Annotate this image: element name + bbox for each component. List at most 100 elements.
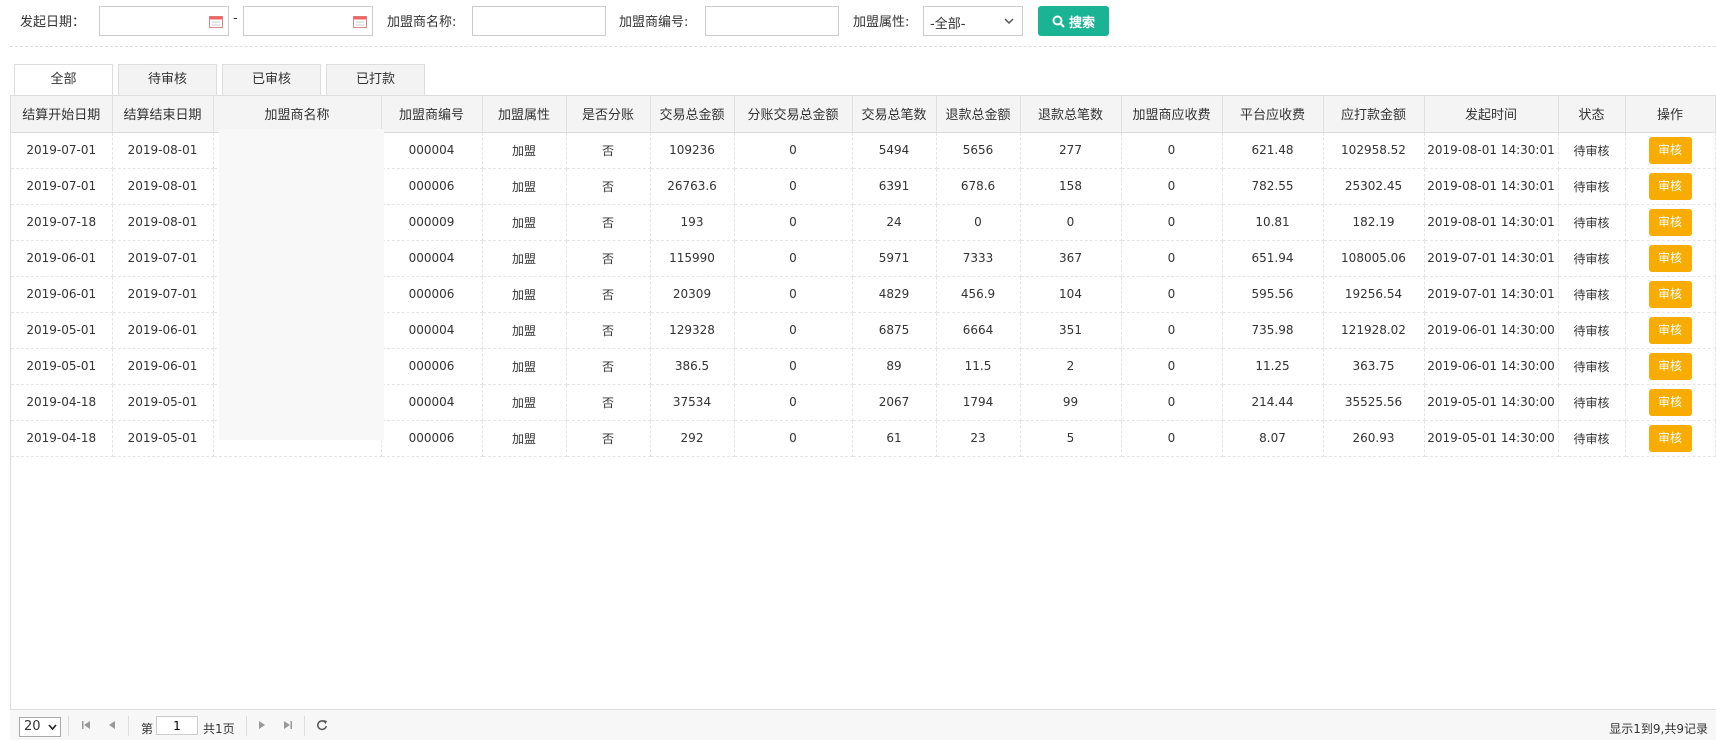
table-cell: 000004	[381, 312, 483, 349]
column-header: 交易总笔数	[852, 96, 937, 133]
audit-button[interactable]: 审核	[1648, 208, 1692, 236]
table-cell: 000006	[381, 348, 483, 385]
page-number-input[interactable]	[156, 716, 198, 735]
tab-paid[interactable]: 已打款	[326, 64, 425, 95]
table-cell: 158	[1020, 168, 1122, 205]
table-cell: 2019-05-01 14:30:00	[1424, 420, 1559, 457]
search-button[interactable]: 搜索	[1038, 6, 1109, 36]
table-cell: 加盟	[482, 240, 567, 277]
table-cell: 否	[566, 132, 651, 169]
table-cell: 20309	[650, 276, 735, 313]
merchant-attr-select[interactable]: -全部-	[923, 6, 1023, 36]
table-cell: 24	[852, 204, 937, 241]
pager-separator	[304, 716, 305, 736]
column-header: 加盟商名称	[213, 96, 382, 133]
tab-pending-label: 待审核	[147, 72, 187, 87]
audit-button[interactable]: 审核	[1648, 244, 1692, 272]
table-cell: 2019-06-01 14:30:00	[1424, 312, 1559, 349]
pager-separator	[128, 716, 129, 736]
table-cell: 2	[1020, 348, 1122, 385]
table-cell: 115990	[650, 240, 735, 277]
audit-button[interactable]: 审核	[1648, 172, 1692, 200]
start-date-field[interactable]	[99, 6, 229, 36]
page-size-select[interactable]: 20	[19, 717, 61, 737]
table-cell: 0	[734, 204, 853, 241]
action-cell: 审核	[1625, 348, 1716, 385]
table-cell: 37534	[650, 384, 735, 421]
next-page-icon[interactable]	[256, 719, 268, 731]
table-cell: 2019-08-01 14:30:01	[1424, 168, 1559, 205]
audit-button[interactable]: 审核	[1648, 352, 1692, 380]
table-cell: 0	[1121, 312, 1223, 349]
end-date-field[interactable]	[243, 6, 373, 36]
refresh-icon[interactable]	[316, 719, 328, 731]
table-cell: 104	[1020, 276, 1122, 313]
table-cell: 2019-07-01	[11, 132, 113, 169]
first-page-icon[interactable]	[80, 719, 92, 731]
table-cell: 7333	[936, 240, 1021, 277]
table-cell: 1794	[936, 384, 1021, 421]
calendar-icon[interactable]	[353, 15, 367, 28]
table-cell: 0	[1121, 240, 1223, 277]
table-cell: 102958.52	[1323, 132, 1425, 169]
table-cell: 782.55	[1222, 168, 1324, 205]
filter-bar: 发起日期： - 加盟商名称: 加盟商编号: 加盟属性: -全部- 搜索	[0, 0, 1716, 46]
tab-all[interactable]: 全部	[14, 64, 113, 96]
table-cell: 11.25	[1222, 348, 1324, 385]
audit-button[interactable]: 审核	[1648, 388, 1692, 416]
table-cell: 678.6	[936, 168, 1021, 205]
table-cell: 2019-07-01	[112, 240, 214, 277]
tab-pending[interactable]: 待审核	[118, 64, 217, 95]
table-cell: 367	[1020, 240, 1122, 277]
table-cell: 2019-08-01 14:30:01	[1424, 204, 1559, 241]
column-header: 结算开始日期	[11, 96, 113, 133]
table-cell: 0	[734, 312, 853, 349]
table-cell: 0	[734, 420, 853, 457]
table-cell: 0	[1121, 204, 1223, 241]
table-cell: 2019-07-01	[112, 276, 214, 313]
action-cell: 审核	[1625, 132, 1716, 169]
merchant-attr-label: 加盟属性:	[853, 15, 910, 30]
column-header: 状态	[1558, 96, 1626, 133]
table-cell: 否	[566, 348, 651, 385]
column-header: 是否分账	[566, 96, 651, 133]
table-cell: 2019-07-18	[11, 204, 113, 241]
table-cell: 2019-05-01	[112, 384, 214, 421]
table-cell: 加盟	[482, 132, 567, 169]
merchant-no-input[interactable]	[705, 6, 839, 36]
start-date-label: 发起日期：	[20, 15, 86, 30]
page-prefix: 第	[141, 722, 154, 736]
prev-page-icon[interactable]	[106, 719, 118, 731]
tab-approved[interactable]: 已审核	[222, 64, 321, 95]
merchant-attr-selected: -全部-	[930, 17, 966, 32]
table-cell: 10.81	[1222, 204, 1324, 241]
table-cell: 108005.06	[1323, 240, 1425, 277]
table-cell: 2019-05-01	[11, 348, 113, 385]
audit-button[interactable]: 审核	[1648, 136, 1692, 164]
last-page-icon[interactable]	[282, 719, 294, 731]
table-cell: 2019-08-01	[112, 168, 214, 205]
table-cell: 000004	[381, 132, 483, 169]
table-cell: 待审核	[1558, 204, 1626, 241]
tab-approved-label: 已审核	[251, 72, 291, 87]
table-cell: 4829	[852, 276, 937, 313]
audit-button[interactable]: 审核	[1648, 424, 1692, 452]
table-cell: 363.75	[1323, 348, 1425, 385]
audit-button[interactable]: 审核	[1648, 316, 1692, 344]
audit-button[interactable]: 审核	[1648, 280, 1692, 308]
table-cell: 0	[734, 276, 853, 313]
calendar-icon[interactable]	[209, 15, 223, 28]
table-cell: 182.19	[1323, 204, 1425, 241]
table-cell: 109236	[650, 132, 735, 169]
divider	[10, 46, 1716, 47]
merchant-name-input[interactable]	[472, 6, 606, 36]
table-cell: 0	[1121, 348, 1223, 385]
table-cell: 0	[734, 348, 853, 385]
table-cell: 2019-08-01	[112, 204, 214, 241]
pager-separator	[68, 716, 69, 736]
table-cell: 735.98	[1222, 312, 1324, 349]
column-header: 操作	[1625, 96, 1716, 133]
tab-all-label: 全部	[50, 72, 77, 87]
table-cell: 260.93	[1323, 420, 1425, 457]
table-cell: 5656	[936, 132, 1021, 169]
